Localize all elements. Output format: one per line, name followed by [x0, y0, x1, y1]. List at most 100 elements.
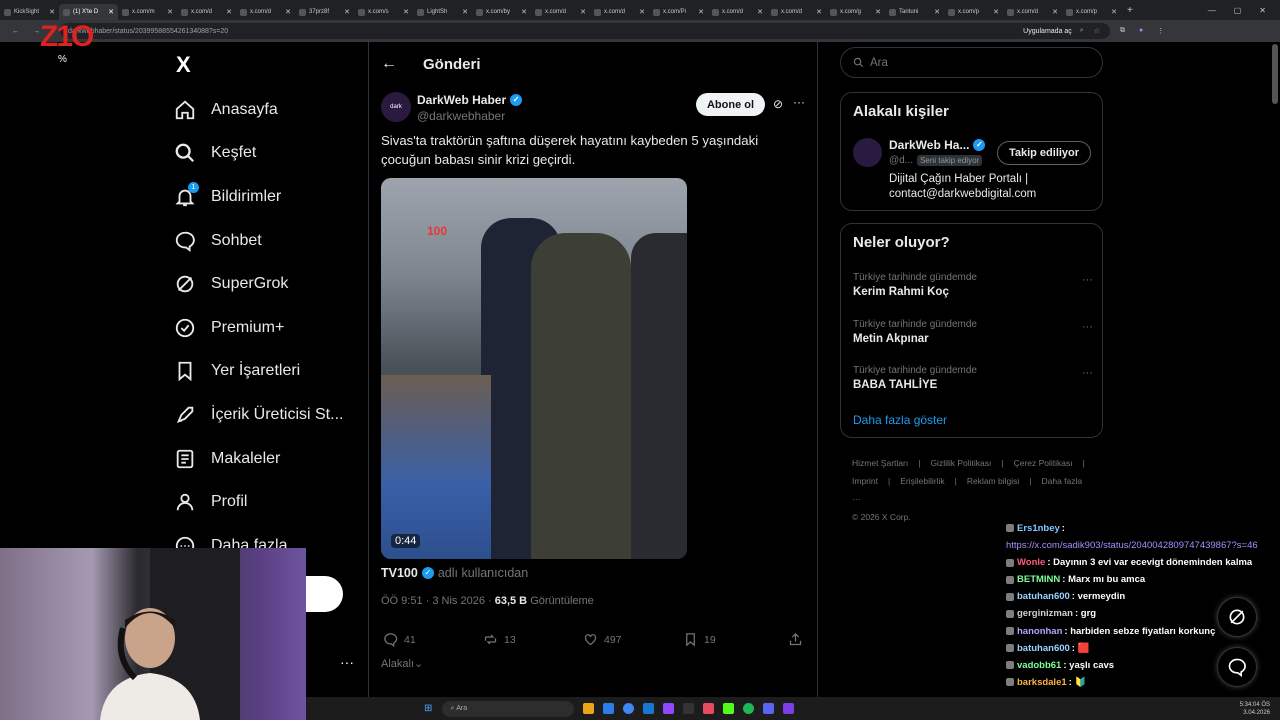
browser-tab[interactable]: x.com/g ✕ — [826, 4, 885, 20]
footer-link[interactable]: © 2026 X Corp. — [852, 512, 911, 522]
maximize-icon[interactable]: ▢ — [1234, 6, 1242, 15]
grok-icon[interactable]: ⊘ — [773, 97, 783, 111]
trend-item[interactable]: Türkiye tarihinde gündemde Kerim Rahmi Ko… — [853, 272, 1093, 298]
tab-close-icon[interactable]: ✕ — [757, 8, 763, 16]
tab-close-icon[interactable]: ✕ — [1111, 8, 1117, 16]
tab-close-icon[interactable]: ✕ — [1052, 8, 1058, 16]
subscribe-button[interactable]: Abone ol — [696, 93, 765, 116]
tab-close-icon[interactable]: ✕ — [403, 8, 409, 16]
tab-close-icon[interactable]: ✕ — [875, 8, 881, 16]
spotify-icon[interactable] — [743, 703, 755, 714]
sidebar-item-bell[interactable]: 1 Bildirimler — [174, 175, 343, 219]
account-more-icon[interactable]: ··· — [340, 654, 354, 670]
like-button[interactable]: 497 — [583, 632, 683, 647]
menu-icon[interactable]: ⋮ — [1157, 27, 1164, 35]
browser-tab[interactable]: Tantuni ✕ — [885, 4, 944, 20]
person-avatar[interactable] — [853, 138, 882, 167]
browser-tab[interactable]: KickSight ✕ — [0, 4, 59, 20]
browser-tab[interactable]: x.com/d ✕ — [767, 4, 826, 20]
browser-tab[interactable]: (1) X'te D ✕ — [59, 4, 118, 20]
browser-tab[interactable]: x.com/d ✕ — [177, 4, 236, 20]
browser-tab[interactable]: 37prz8f ✕ — [295, 4, 354, 20]
tab-close-icon[interactable]: ✕ — [167, 8, 173, 16]
zoom-icon[interactable]: ⌕ — [1080, 27, 1084, 35]
open-in-app-button[interactable]: Uygulamada aç — [1023, 28, 1072, 35]
sidebar-item-rocket[interactable]: İçerik Üreticisi St... — [174, 393, 343, 437]
discord-icon[interactable] — [763, 703, 775, 714]
footer-link[interactable]: Imprint — [852, 476, 878, 486]
tab-close-icon[interactable]: ✕ — [49, 8, 55, 16]
system-clock[interactable]: 5:34:04 ÖS 3.04.2026 — [1240, 701, 1270, 717]
tab-close-icon[interactable]: ✕ — [639, 8, 645, 16]
trend-item[interactable]: Türkiye tarihinde gündemde Metin Akpınar ·… — [853, 319, 1093, 345]
sidebar-item-bookmark[interactable]: Yer İşaretleri — [174, 350, 343, 394]
file-explorer-icon[interactable] — [583, 703, 595, 714]
footer-link[interactable]: Çerez Politikası — [1014, 458, 1073, 468]
footer-link[interactable]: Hizmet Şartları — [852, 458, 908, 468]
trend-item[interactable]: Türkiye tarihinde gündemde BABA TAHLİYE ··… — [853, 365, 1093, 391]
source-name[interactable]: TV100 — [381, 566, 418, 580]
back-arrow-icon[interactable]: ← — [381, 55, 397, 73]
sidebar-item-chat[interactable]: Sohbet — [174, 219, 343, 263]
video-source[interactable]: TV100 ✓ adlı kullanıcıdan — [381, 566, 528, 580]
close-window-icon[interactable]: ✕ — [1259, 6, 1266, 15]
browser-tab[interactable]: x.com/s ✕ — [354, 4, 413, 20]
tab-close-icon[interactable]: ✕ — [462, 8, 468, 16]
tab-close-icon[interactable]: ✕ — [934, 8, 940, 16]
browser-tab[interactable]: x.com/d ✕ — [531, 4, 590, 20]
footer-link[interactable]: Gizlilik Politikası — [930, 458, 991, 468]
show-more-link[interactable]: Daha fazla göster — [853, 413, 947, 427]
windows-start-icon[interactable]: ⊞ — [424, 703, 432, 714]
browser-tab[interactable]: x.com/p ✕ — [944, 4, 1003, 20]
tab-close-icon[interactable]: ✕ — [816, 8, 822, 16]
app-icon[interactable] — [783, 703, 795, 714]
sidebar-item-article[interactable]: Makaleler — [174, 437, 343, 481]
forward-icon[interactable]: → — [33, 28, 40, 35]
sidebar-item-home[interactable]: Anasayfa — [174, 88, 343, 132]
browser-tab[interactable]: x.com/Pi ✕ — [649, 4, 708, 20]
sidebar-item-search[interactable]: Keşfet — [174, 132, 343, 176]
scrollbar[interactable] — [1272, 44, 1278, 104]
bookmark-button[interactable]: 19 — [683, 632, 783, 647]
tab-close-icon[interactable]: ✕ — [580, 8, 586, 16]
author-name[interactable]: DarkWeb Haber — [417, 93, 506, 107]
app-icon[interactable] — [683, 703, 695, 714]
person-handle[interactable]: @d... — [889, 155, 913, 166]
tab-close-icon[interactable]: ✕ — [698, 8, 704, 16]
tab-close-icon[interactable]: ✕ — [285, 8, 291, 16]
trend-more-icon[interactable]: ··· — [1082, 274, 1093, 286]
app-icon[interactable] — [643, 703, 655, 714]
person-name-row[interactable]: DarkWeb Ha... ✓ — [889, 138, 986, 152]
tab-close-icon[interactable]: ✕ — [344, 8, 350, 16]
chrome-icon[interactable] — [623, 703, 635, 714]
x-logo[interactable]: X — [176, 52, 191, 78]
browser-tab[interactable]: x.com/p ✕ — [1062, 4, 1121, 20]
more-options-icon[interactable]: ··· — [793, 95, 805, 109]
browser-tab[interactable]: LightSh ✕ — [413, 4, 472, 20]
trend-more-icon[interactable]: ··· — [1082, 321, 1093, 333]
sidebar-item-verified[interactable]: Premium+ — [174, 306, 343, 350]
reply-button[interactable]: 41 — [383, 632, 483, 647]
url-field[interactable]: darkwebhaber/status/2039958855426134088?… — [60, 23, 1110, 39]
person-bio-line[interactable]: contact@darkwebdigital.com — [889, 187, 1089, 202]
browser-tab[interactable]: x.com/by ✕ — [472, 4, 531, 20]
messages-fab[interactable] — [1217, 647, 1257, 687]
new-tab-button[interactable]: + — [1127, 5, 1133, 16]
twitch-icon[interactable] — [663, 703, 675, 714]
tab-close-icon[interactable]: ✕ — [226, 8, 232, 16]
extensions-icon[interactable]: ⧉ — [1120, 27, 1125, 35]
edge-icon[interactable] — [603, 703, 615, 714]
search-input[interactable]: Ara — [840, 47, 1103, 78]
grok-fab[interactable] — [1217, 597, 1257, 637]
minimize-icon[interactable]: — — [1208, 6, 1216, 15]
sidebar-item-grok[interactable]: SuperGrok — [174, 262, 343, 306]
tab-close-icon[interactable]: ✕ — [521, 8, 527, 16]
post-video[interactable]: 100 0:44 — [381, 178, 687, 559]
browser-tab[interactable]: x.com/d ✕ — [708, 4, 767, 20]
person-name[interactable]: DarkWeb Ha... — [889, 138, 969, 152]
sidebar-item-profile[interactable]: Profil — [174, 480, 343, 524]
author-handle[interactable]: @darkwebhaber — [417, 109, 522, 123]
kick-icon[interactable] — [723, 703, 735, 714]
browser-tab[interactable]: x.com/m ✕ — [118, 4, 177, 20]
tab-close-icon[interactable]: ✕ — [108, 8, 114, 16]
